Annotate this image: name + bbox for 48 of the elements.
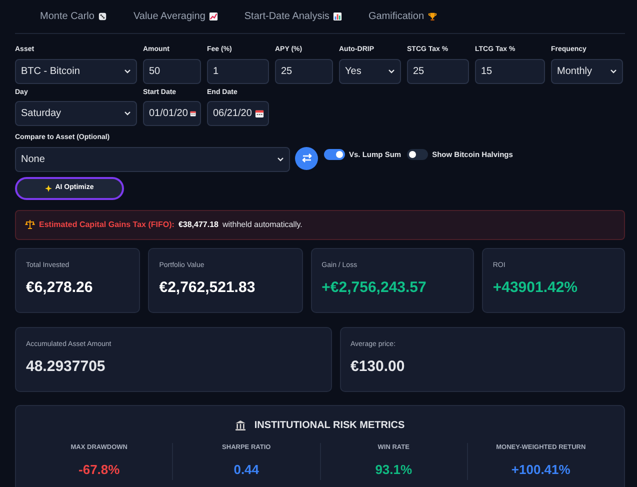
bank-icon xyxy=(235,420,246,430)
metric-value: 93.1% xyxy=(374,461,414,480)
date-field[interactable]: 06/21/20 xyxy=(207,101,269,126)
select-field[interactable]: None xyxy=(15,146,290,172)
metric-value: +100.41% xyxy=(510,461,572,480)
calendar-icon xyxy=(190,109,196,118)
metric-value: -67.8% xyxy=(78,461,121,480)
select-field[interactable]: Yes xyxy=(339,58,401,84)
caret-icon xyxy=(277,156,284,162)
swap-icon xyxy=(300,152,312,164)
input-field[interactable]: 25 xyxy=(275,58,333,84)
select-field[interactable]: Saturday xyxy=(15,101,137,126)
calendar-icon xyxy=(255,109,264,118)
input-field[interactable]: 1 xyxy=(207,58,269,84)
input-field[interactable]: 50 xyxy=(143,58,201,84)
caret-icon xyxy=(610,68,617,74)
trophy-icon xyxy=(428,12,438,21)
chart-icon xyxy=(209,12,218,21)
metric-value: 0.44 xyxy=(232,461,260,480)
input-field[interactable]: 15 xyxy=(475,58,545,84)
stat-value: €130.00 xyxy=(350,357,406,377)
stat-value: +43901.42% xyxy=(492,278,579,298)
swap-button[interactable] xyxy=(295,146,318,170)
date-field[interactable]: 01/01/20 xyxy=(143,101,201,126)
alert-text: withheld automatically. xyxy=(222,218,302,230)
tab[interactable]: Monte Carlo xyxy=(27,6,120,27)
stat-value: 48.2937705 xyxy=(26,357,106,377)
dice-icon xyxy=(98,12,108,21)
caret-icon xyxy=(388,68,395,74)
scales-icon xyxy=(25,220,35,229)
select-field[interactable]: BTC - Bitcoin xyxy=(15,58,137,84)
tab[interactable]: Gamification xyxy=(355,6,450,27)
stat-value: +€2,756,243.57 xyxy=(322,278,428,298)
stat-value: €2,762,521.83 xyxy=(159,278,256,298)
tab[interactable]: Value Averaging xyxy=(120,6,232,27)
tab[interactable]: Start-Date Analysis xyxy=(231,6,356,27)
stat-value: €6,278.26 xyxy=(26,278,94,298)
caret-icon xyxy=(124,111,131,116)
input-field[interactable]: 25 xyxy=(407,58,469,84)
alert-text: Estimated Capital Gains Tax (FIFO): xyxy=(39,218,174,230)
caret-icon xyxy=(124,68,131,74)
tax-amount: €38,477.18 xyxy=(178,218,218,230)
toggle-switch[interactable] xyxy=(324,148,345,160)
toggle-switch[interactable] xyxy=(407,148,428,160)
bar-chart-icon xyxy=(333,12,342,21)
select-field[interactable]: Monthly xyxy=(551,58,623,84)
sparkle-icon xyxy=(45,184,52,192)
risk-title: INSTITUTIONAL RISK METRICS xyxy=(254,418,405,432)
